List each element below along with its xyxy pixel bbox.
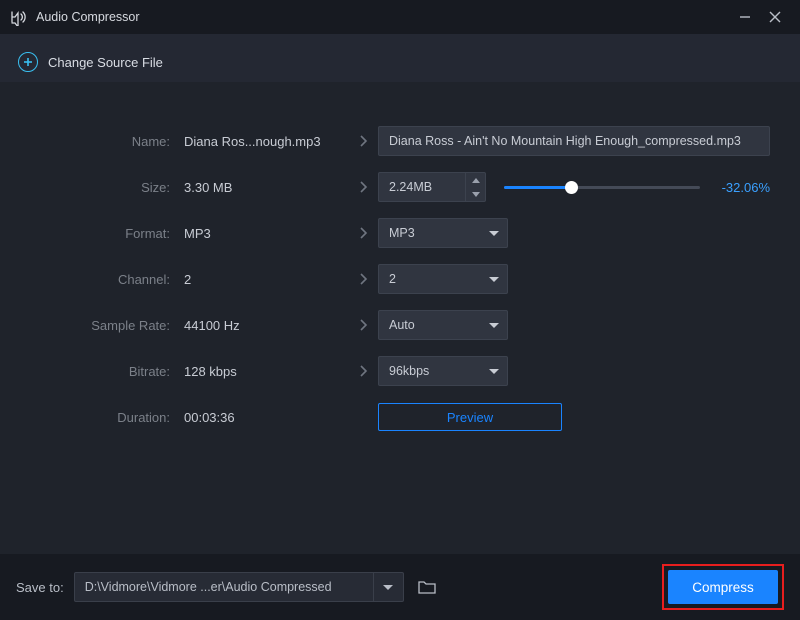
- open-folder-button[interactable]: [412, 572, 442, 602]
- change-source-label: Change Source File: [48, 55, 163, 70]
- close-button[interactable]: [760, 2, 790, 32]
- format-dropdown[interactable]: MP3: [378, 218, 508, 248]
- size-slider[interactable]: -32.06%: [504, 180, 770, 195]
- label-duration: Duration:: [30, 410, 178, 425]
- preview-label: Preview: [447, 410, 493, 425]
- bottombar: Save to: D:\Vidmore\Vidmore ...er\Audio …: [0, 554, 800, 620]
- app-title: Audio Compressor: [36, 10, 730, 24]
- chevron-right-icon: [348, 180, 378, 194]
- value-size: 3.30 MB: [178, 180, 348, 195]
- format-selected: MP3: [389, 226, 415, 240]
- row-name: Name: Diana Ros...nough.mp3 Diana Ross -…: [30, 118, 770, 164]
- chevron-right-icon: [348, 318, 378, 332]
- caret-down-icon: [383, 585, 393, 590]
- label-bitrate: Bitrate:: [30, 364, 178, 379]
- app-icon: [10, 8, 28, 26]
- label-sample-rate: Sample Rate:: [30, 318, 178, 333]
- settings-form: Name: Diana Ros...nough.mp3 Diana Ross -…: [0, 82, 800, 440]
- minimize-button[interactable]: [730, 2, 760, 32]
- row-duration: Duration: 00:03:36 Preview: [30, 394, 770, 440]
- spinner-down-button[interactable]: [466, 187, 485, 201]
- output-name-field[interactable]: Diana Ross - Ain't No Mountain High Enou…: [378, 126, 770, 156]
- output-size-spinner[interactable]: 2.24MB: [378, 172, 486, 202]
- save-to-label: Save to:: [16, 580, 64, 595]
- output-size-value: 2.24MB: [379, 180, 465, 194]
- value-channel: 2: [178, 272, 348, 287]
- chevron-right-icon: [348, 226, 378, 240]
- chevron-right-icon: [348, 272, 378, 286]
- compress-label: Compress: [692, 580, 754, 595]
- slider-fill: [504, 186, 571, 189]
- value-name: Diana Ros...nough.mp3: [178, 134, 348, 149]
- titlebar: Audio Compressor: [0, 0, 800, 34]
- change-source-row[interactable]: Change Source File: [0, 34, 800, 82]
- label-size: Size:: [30, 180, 178, 195]
- row-channel: Channel: 2 2: [30, 256, 770, 302]
- save-path-field[interactable]: D:\Vidmore\Vidmore ...er\Audio Compresse…: [74, 572, 374, 602]
- slider-thumb[interactable]: [565, 181, 578, 194]
- caret-down-icon: [489, 231, 499, 236]
- preview-button[interactable]: Preview: [378, 403, 562, 431]
- row-format: Format: MP3 MP3: [30, 210, 770, 256]
- channel-selected: 2: [389, 272, 396, 286]
- channel-dropdown[interactable]: 2: [378, 264, 508, 294]
- label-channel: Channel:: [30, 272, 178, 287]
- row-size: Size: 3.30 MB 2.24MB: [30, 164, 770, 210]
- row-sample-rate: Sample Rate: 44100 Hz Auto: [30, 302, 770, 348]
- size-percent: -32.06%: [714, 180, 770, 195]
- caret-down-icon: [489, 323, 499, 328]
- label-name: Name:: [30, 134, 178, 149]
- value-sample-rate: 44100 Hz: [178, 318, 348, 333]
- plus-circle-icon: [18, 52, 38, 72]
- chevron-right-icon: [348, 134, 378, 148]
- value-format: MP3: [178, 226, 348, 241]
- sample-rate-selected: Auto: [389, 318, 415, 332]
- save-path-dropdown[interactable]: [374, 572, 404, 602]
- app-window: Audio Compressor Change Source File Name…: [0, 0, 800, 620]
- value-bitrate: 128 kbps: [178, 364, 348, 379]
- spinner-up-button[interactable]: [466, 173, 485, 187]
- chevron-right-icon: [348, 364, 378, 378]
- caret-down-icon: [489, 369, 499, 374]
- row-bitrate: Bitrate: 128 kbps 96kbps: [30, 348, 770, 394]
- save-path-text: D:\Vidmore\Vidmore ...er\Audio Compresse…: [85, 580, 332, 594]
- folder-icon: [418, 580, 436, 594]
- bitrate-selected: 96kbps: [389, 364, 429, 378]
- compress-button[interactable]: Compress: [668, 570, 778, 604]
- value-duration: 00:03:36: [178, 410, 348, 425]
- sample-rate-dropdown[interactable]: Auto: [378, 310, 508, 340]
- caret-down-icon: [489, 277, 499, 282]
- label-format: Format:: [30, 226, 178, 241]
- bitrate-dropdown[interactable]: 96kbps: [378, 356, 508, 386]
- compress-highlight: Compress: [662, 564, 784, 610]
- slider-track: [504, 186, 700, 189]
- output-name-text: Diana Ross - Ain't No Mountain High Enou…: [389, 134, 741, 148]
